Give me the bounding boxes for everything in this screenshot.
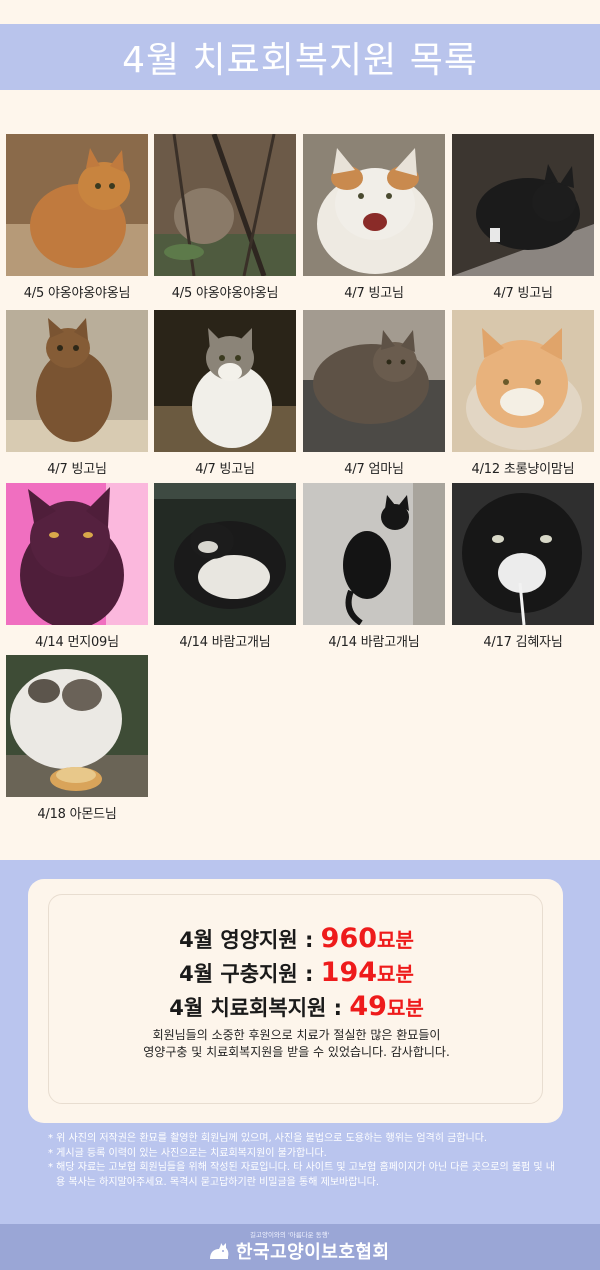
cat-caption: 4/7 빙고님 [195,462,255,477]
cat-card[interactable]: 4/14 바람고개님 [303,483,445,650]
footer: 길고양이와의 '아름다운 동행' 한국고양이보호협회 [0,1224,600,1270]
cat-photo[interactable] [6,310,148,452]
cat-caption: 4/7 빙고님 [493,286,553,301]
thanks-message: 회원님들의 소중한 후원으로 치료가 절실한 많은 환묘들이 영양구충 및 치료… [49,1027,544,1061]
cat-card[interactable]: 4/7 엄마님 [303,310,445,477]
stat-label: 4월 영양지원 : [179,928,321,952]
stat-value: 49 [349,991,387,1022]
cat-caption: 4/14 바람고개님 [328,635,420,650]
notice-list: * 위 사진의 저작권은 환묘를 촬영한 회원님께 있으며, 사진을 불법으로 … [48,1132,558,1190]
stat-unit: 묘분 [386,996,424,1020]
stat-label: 4월 구충지원 : [179,962,321,986]
cat-card[interactable]: 4/14 먼지09님 [6,483,148,650]
cat-card[interactable]: 4/5 야옹야옹야옹님 [6,134,148,301]
cat-caption: 4/12 초롱냥이맘님 [471,462,575,477]
cat-card[interactable]: 4/17 김혜자님 [452,483,594,650]
organization-name: 한국고양이보호협회 [236,1242,390,1263]
stat-label: 4월 치료회복지원 : [169,996,350,1020]
cat-silhouette-icon [210,1243,229,1259]
cat-caption: 4/18 아몬드님 [37,807,117,822]
cat-card[interactable]: 4/12 초롱냥이맘님 [452,310,594,477]
thanks-line: 영양구충 및 치료회복지원을 받을 수 있었습니다. 감사합니다. [143,1045,450,1059]
organization-logo[interactable]: 한국고양이보호협회 [207,1238,390,1264]
cat-caption: 4/17 김혜자님 [483,635,563,650]
notice-item: * 위 사진의 저작권은 환묘를 촬영한 회원님께 있으며, 사진을 불법으로 … [48,1133,488,1144]
title-banner: 4월 치료회복지원 목록 [0,24,600,90]
page-title: 4월 치료회복지원 목록 [122,40,478,81]
cat-photo[interactable] [303,134,445,276]
notice-item: * 해당 자료는 고보협 회원님들을 위해 작성된 자료입니다. 타 사이트 및… [48,1162,555,1188]
cat-caption: 4/14 바람고개님 [179,635,271,650]
cat-caption: 4/14 먼지09님 [35,635,119,650]
cat-card[interactable]: 4/18 아몬드님 [6,655,148,822]
cat-card[interactable]: 4/14 바람고개님 [154,483,296,650]
deworming-support-stat: 4월 구충지원 : 194묘분 [49,957,544,988]
cat-card[interactable]: 4/7 빙고님 [6,310,148,477]
treatment-support-stat: 4월 치료회복지원 : 49묘분 [49,991,544,1022]
cat-photo[interactable] [154,134,296,276]
summary-section: 4월 영양지원 : 960묘분 4월 구충지원 : 194묘분 4월 치료회복지… [0,860,600,1224]
cat-caption: 4/7 엄마님 [344,462,404,477]
thanks-line: 회원님들의 소중한 후원으로 치료가 절실한 많은 환묘들이 [152,1028,441,1042]
stat-value: 194 [320,957,378,988]
cat-caption: 4/5 야옹야옹야옹님 [23,286,131,301]
cat-caption: 4/7 빙고님 [47,462,107,477]
cat-photo[interactable] [154,310,296,452]
notice-item: * 게시글 등록 이력이 있는 사진으로는 치료회복지원이 불가합니다. [48,1147,327,1159]
stat-unit: 묘분 [377,928,414,952]
stat-value: 960 [320,923,378,954]
cat-photo[interactable] [303,483,445,625]
cat-photo[interactable] [452,134,594,276]
cat-photo[interactable] [303,310,445,452]
cat-caption: 4/7 빙고님 [344,286,404,301]
cat-photo[interactable] [452,483,594,625]
cat-caption: 4/5 야옹야옹야옹님 [171,286,279,301]
nutrition-support-stat: 4월 영양지원 : 960묘분 [49,923,544,954]
cat-photo[interactable] [452,310,594,452]
cat-card[interactable]: 4/7 빙고님 [452,134,594,301]
cat-photo[interactable] [6,655,148,797]
cat-photo[interactable] [6,483,148,625]
cat-card[interactable]: 4/5 야옹야옹야옹님 [154,134,296,301]
cat-card[interactable]: 4/7 빙고님 [303,134,445,301]
summary-box: 4월 영양지원 : 960묘분 4월 구충지원 : 194묘분 4월 치료회복지… [48,894,543,1104]
cat-photo[interactable] [6,134,148,276]
cat-photo[interactable] [154,483,296,625]
summary-card: 4월 영양지원 : 960묘분 4월 구충지원 : 194묘분 4월 치료회복지… [28,879,563,1123]
stat-unit: 묘분 [377,962,414,986]
cat-card[interactable]: 4/7 빙고님 [154,310,296,477]
